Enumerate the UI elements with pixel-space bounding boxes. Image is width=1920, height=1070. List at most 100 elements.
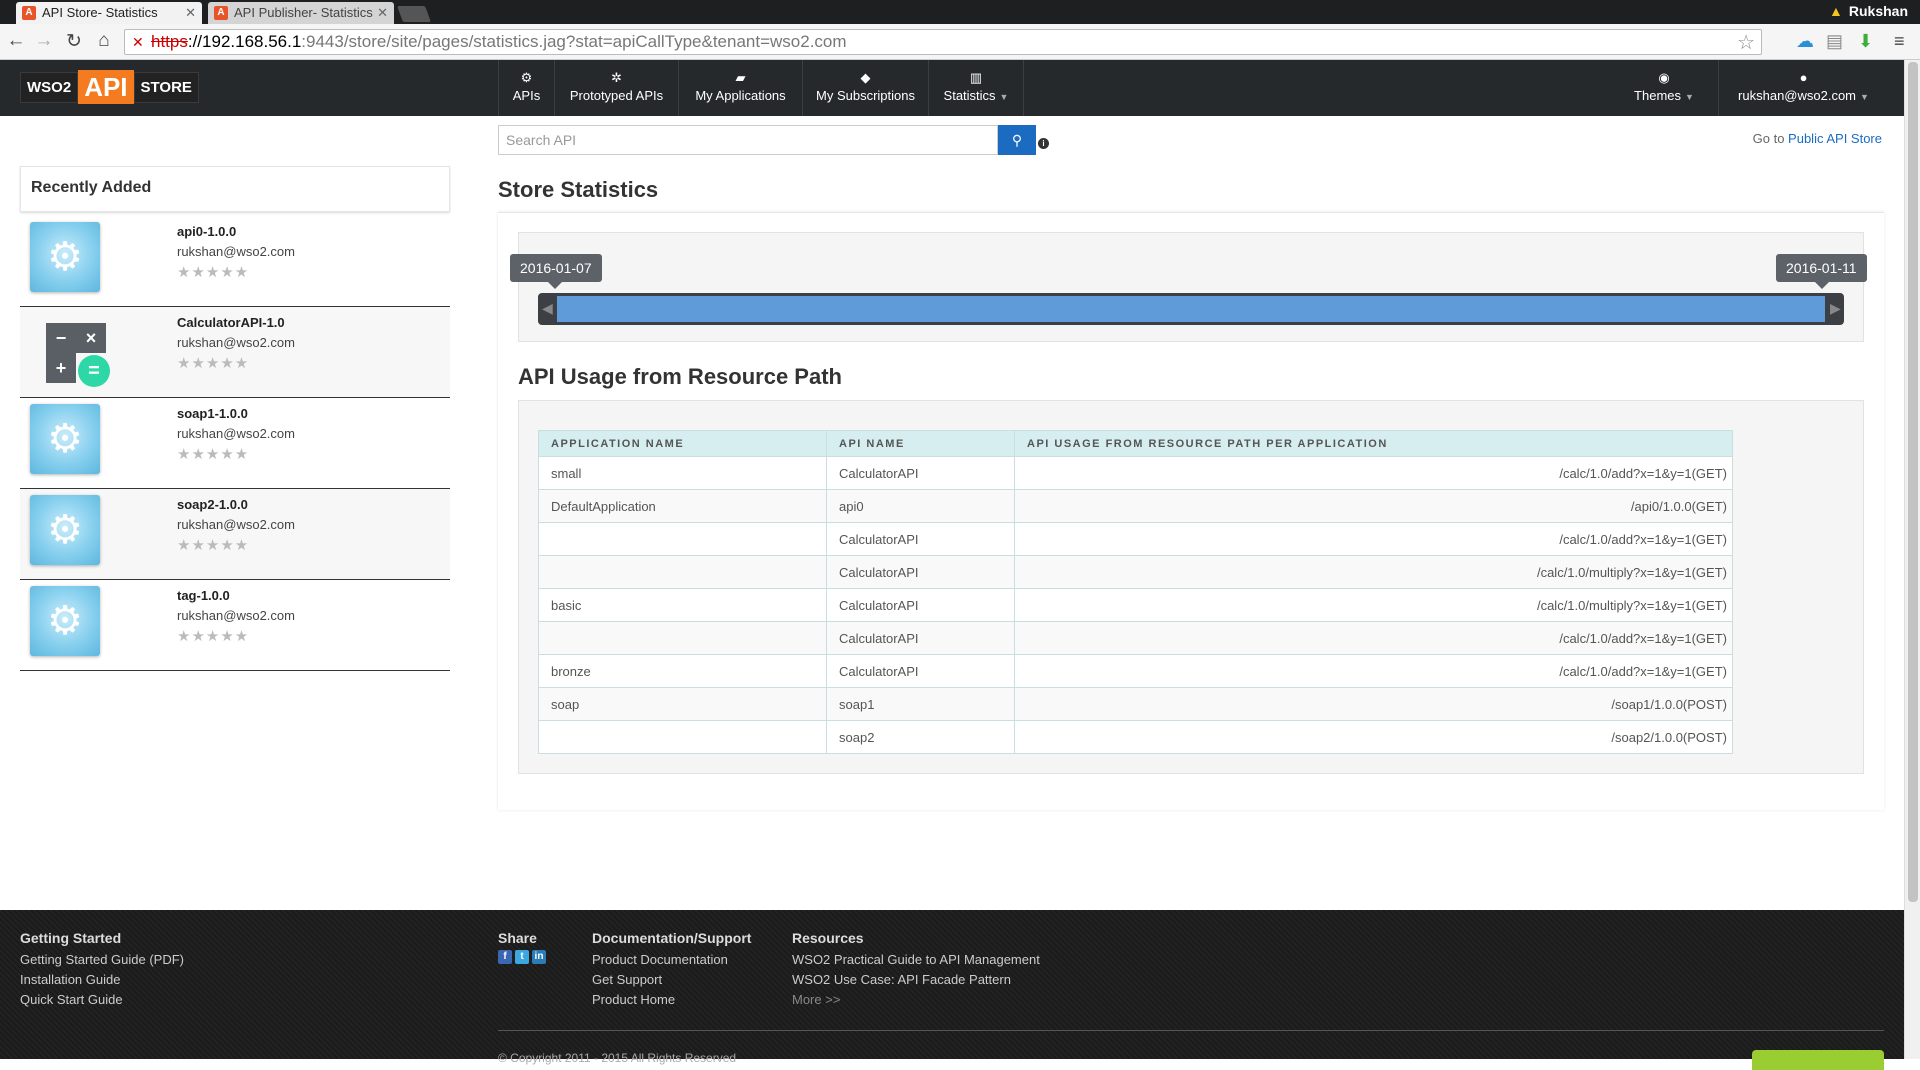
tags-icon: ◆ xyxy=(860,70,871,85)
recently-added-heading: Recently Added xyxy=(20,166,450,212)
rating-stars[interactable]: ★★★★★ xyxy=(177,627,249,645)
col-api-name[interactable]: API NAME xyxy=(826,430,1015,457)
gears-icon[interactable]: ⚙ xyxy=(30,586,100,656)
home-icon[interactable]: ⌂ xyxy=(92,30,116,52)
profile-badge[interactable]: ▲ Rukshan xyxy=(1829,3,1908,19)
user-icon: ● xyxy=(1799,70,1808,85)
footer-link[interactable]: Product Home xyxy=(592,990,751,1010)
table-row: bronze CalculatorAPI/calc/1.0/add?x=1&y=1… xyxy=(538,654,1733,688)
cell-path: /calc/1.0/multiply?x=1&y=1(GET) xyxy=(1014,588,1733,622)
nav-apis[interactable]: ⚙ APIs xyxy=(498,60,554,116)
list-item[interactable]: ⚙ tag-1.0.0 rukshan@wso2.com ★★★★★ xyxy=(20,580,450,671)
api-name[interactable]: soap1-1.0.0 xyxy=(177,406,248,421)
wso2-badge-logo[interactable] xyxy=(1752,1050,1884,1070)
nav-my-subscriptions[interactable]: ◆ My Subscriptions xyxy=(802,60,928,116)
nav-statistics[interactable]: ▥ Statistics ▼ xyxy=(928,60,1024,116)
search-button[interactable]: ⚲ xyxy=(998,125,1036,155)
list-item[interactable]: ⚙ soap2-1.0.0 rukshan@wso2.com ★★★★★ xyxy=(20,489,450,580)
footer-link[interactable]: WSO2 Use Case: API Facade Pattern xyxy=(792,970,1040,990)
date-range-fill[interactable] xyxy=(557,296,1825,322)
cloud-extension-icon[interactable]: ☁ xyxy=(1796,31,1814,52)
api-name[interactable]: tag-1.0.0 xyxy=(177,588,230,603)
menu-icon[interactable]: ≡ xyxy=(1894,31,1905,52)
page-footer: Getting Started Getting Started Guide (P… xyxy=(0,910,1904,1070)
gears-icon[interactable]: ⚙ xyxy=(30,404,100,474)
table-header-row: APPLICATION NAME API NAME API USAGE FROM… xyxy=(538,430,1733,457)
calculator-icon[interactable]: − × + = xyxy=(30,313,110,387)
col-application-name[interactable]: APPLICATION NAME xyxy=(538,430,827,457)
table-row: CalculatorAPI/calc/1.0/add?x=1&y=1(GET) xyxy=(538,522,1733,556)
cell-path: /api0/1.0.0(GET) xyxy=(1014,489,1733,523)
forward-arrow-icon[interactable]: → xyxy=(32,30,56,52)
footer-link[interactable]: WSO2 Practical Guide to API Management xyxy=(792,950,1040,970)
scrollbar-thumb[interactable] xyxy=(1908,62,1918,902)
api-name[interactable]: api0-1.0.0 xyxy=(177,224,236,239)
cell-path: /soap2/1.0.0(POST) xyxy=(1014,720,1733,754)
rating-stars[interactable]: ★★★★★ xyxy=(177,354,249,372)
api-name[interactable]: CalculatorAPI-1.0 xyxy=(177,315,285,330)
browser-tab-store[interactable]: A API Store- Statistics ✕ xyxy=(16,2,202,24)
keyboard-extension-icon[interactable]: ▤ xyxy=(1826,31,1843,52)
range-handle-left-icon[interactable]: ◀ xyxy=(542,300,553,317)
rating-stars[interactable]: ★★★★★ xyxy=(177,263,249,281)
list-item[interactable]: − × + = CalculatorAPI-1.0 rukshan@wso2.c… xyxy=(20,307,450,398)
gears-icon[interactable]: ⚙ xyxy=(30,222,100,292)
browser-tabstrip: A API Store- Statistics ✕ A API Publishe… xyxy=(0,0,1920,24)
rating-stars[interactable]: ★★★★★ xyxy=(177,445,249,463)
reload-icon[interactable]: ↻ xyxy=(62,30,86,53)
browser-tab-publisher[interactable]: A API Publisher- Statistics ✕ xyxy=(208,2,394,24)
list-item[interactable]: ⚙ api0-1.0.0 rukshan@wso2.com ★★★★★ xyxy=(20,216,450,307)
rating-stars[interactable]: ★★★★★ xyxy=(177,536,249,554)
public-api-store-link[interactable]: Public API Store xyxy=(1788,131,1882,146)
cell-api: soap2 xyxy=(826,720,1015,754)
usage-table: APPLICATION NAME API NAME API USAGE FROM… xyxy=(538,430,1733,754)
search-input[interactable]: Search API xyxy=(498,125,998,155)
cell-path: /calc/1.0/add?x=1&y=1(GET) xyxy=(1014,456,1733,490)
cell-app xyxy=(538,555,827,589)
nav-prototyped-apis[interactable]: ✲ Prototyped APIs xyxy=(554,60,678,116)
cell-api: CalculatorAPI xyxy=(826,654,1015,688)
cell-path: /calc/1.0/add?x=1&y=1(GET) xyxy=(1014,654,1733,688)
bookmark-star-icon[interactable]: ☆ xyxy=(1737,30,1755,55)
col-resource-usage[interactable]: API USAGE FROM RESOURCE PATH PER APPLICA… xyxy=(1014,430,1733,457)
linkedin-icon[interactable]: in xyxy=(532,950,546,964)
vertical-scrollbar[interactable] xyxy=(1904,60,1920,1059)
nav-themes[interactable]: ◉ Themes ▼ xyxy=(1610,60,1718,116)
address-bar[interactable]: ✕ https://192.168.56.1:9443/store/site/pa… xyxy=(124,29,1762,55)
cell-path: /soap1/1.0.0(POST) xyxy=(1014,687,1733,721)
footer-link[interactable]: Get Support xyxy=(592,970,751,990)
api-name[interactable]: soap2-1.0.0 xyxy=(177,497,248,512)
browser-toolbar: ← → ↻ ⌂ ✕ https://192.168.56.1:9443/store… xyxy=(0,24,1920,60)
footer-more-link[interactable]: More >> xyxy=(792,990,1040,1010)
footer-link[interactable]: Installation Guide xyxy=(20,970,184,990)
list-item[interactable]: ⚙ soap1-1.0.0 rukshan@wso2.com ★★★★★ xyxy=(20,398,450,489)
table-row: soap2/soap2/1.0.0(POST) xyxy=(538,720,1733,754)
cell-path: /calc/1.0/add?x=1&y=1(GET) xyxy=(1014,522,1733,556)
new-tab-button[interactable] xyxy=(397,6,431,22)
twitter-icon[interactable]: t xyxy=(515,950,529,964)
wso2-api-store-logo[interactable]: WSO2 API STORE xyxy=(20,70,199,104)
table-row: CalculatorAPI/calc/1.0/multiply?x=1&y=1(… xyxy=(538,555,1733,589)
nav-my-applications[interactable]: ▰ My Applications xyxy=(678,60,802,116)
footer-link[interactable]: Product Documentation xyxy=(592,950,751,970)
footer-link[interactable]: Quick Start Guide xyxy=(20,990,184,1010)
range-handle-right-icon[interactable]: ▶ xyxy=(1830,300,1841,317)
info-icon[interactable]: i xyxy=(1038,138,1049,149)
facebook-icon[interactable]: f xyxy=(498,950,512,964)
download-extension-icon[interactable]: ⬇ xyxy=(1858,31,1873,52)
insecure-lock-icon: ✕ xyxy=(132,34,144,50)
close-icon[interactable]: ✕ xyxy=(377,5,388,21)
footer-divider xyxy=(498,1030,1884,1031)
nav-user-menu[interactable]: ● rukshan@wso2.com ▼ xyxy=(1718,60,1888,116)
recently-added-list: ⚙ api0-1.0.0 rukshan@wso2.com ★★★★★ − × … xyxy=(20,216,450,671)
cell-api: CalculatorAPI xyxy=(826,555,1015,589)
cell-app xyxy=(538,522,827,556)
profile-name: Rukshan xyxy=(1848,3,1908,19)
close-icon[interactable]: ✕ xyxy=(185,5,196,21)
gears-icon[interactable]: ⚙ xyxy=(30,495,100,565)
date-to-label: 2016-01-11 xyxy=(1776,254,1867,289)
back-arrow-icon[interactable]: ← xyxy=(4,30,28,52)
footer-link[interactable]: Getting Started Guide (PDF) xyxy=(20,950,184,970)
cell-app: DefaultApplication xyxy=(538,489,827,523)
footer-heading: Documentation/Support xyxy=(592,930,752,946)
